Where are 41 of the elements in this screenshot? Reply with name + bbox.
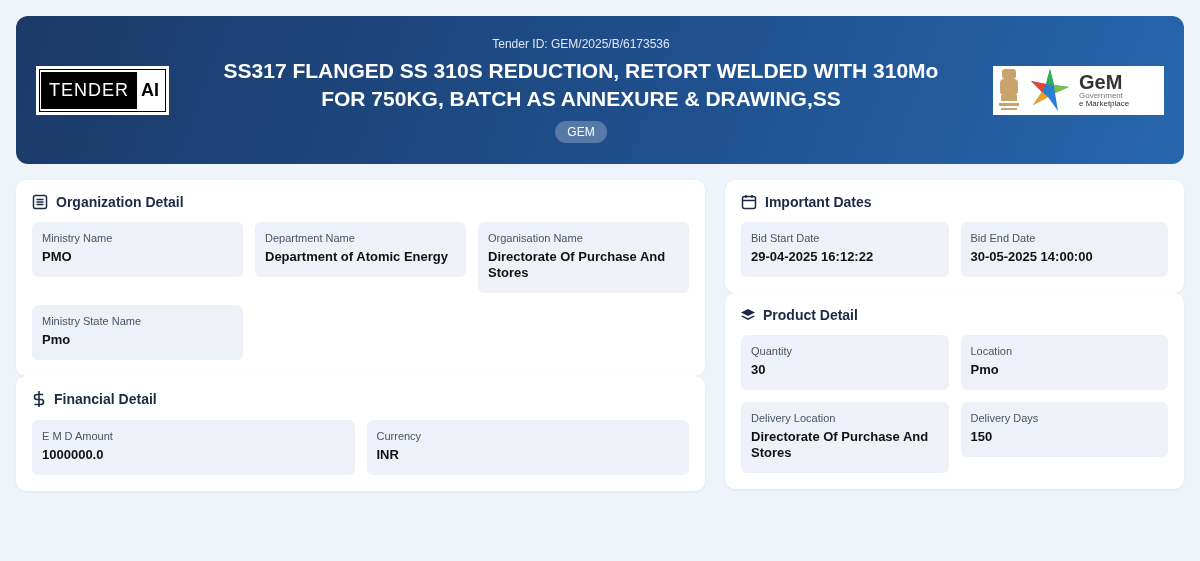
tender-title: SS317 FLANGED SS 310S REDUCTION, RETORT WELDED WITH 310Mo FOR 750KG, BATCH AS ANNEXURE & DRAWING,SS: [222, 58, 940, 112]
emblem-icon: [997, 67, 1021, 113]
field-value: 30: [751, 362, 767, 378]
field-label: Ministry Name: [42, 232, 114, 244]
logo-text: AI: [140, 79, 159, 101]
field-label: Organisation Name: [488, 232, 584, 244]
field-value: Pmo: [970, 362, 1000, 378]
layers-icon: [741, 309, 755, 321]
logo-text: e Marketplace: [1079, 100, 1130, 108]
logo-text: Government: [1079, 92, 1125, 100]
field-value: 150: [970, 429, 994, 445]
field-label: Department Name: [265, 232, 356, 244]
field-label: Currency: [376, 430, 423, 442]
field-label: E M D Amount: [42, 430, 114, 442]
calendar-icon: [741, 194, 757, 210]
field-value: INR: [376, 447, 400, 463]
field-value: Directorate Of Purchase And Stores: [751, 429, 930, 461]
field-value: Pmo: [42, 332, 72, 348]
section-title: Important Dates: [765, 194, 872, 210]
logo-text: TENDER: [41, 71, 137, 109]
tender-id: Tender ID: GEM/2025/B/6173536: [492, 37, 670, 51]
field-label: Delivery Location: [751, 412, 837, 424]
field-label: Bid End Date: [970, 232, 1037, 244]
section-title: Product Detail: [763, 307, 858, 323]
field-value: PMO: [42, 249, 73, 265]
field-value: Directorate Of Purchase And Stores: [488, 249, 667, 281]
field-value: 29-04-2025 16:12:22: [751, 249, 875, 265]
source-badge: GEM: [555, 121, 607, 143]
field-value: 1000000.0: [42, 447, 105, 463]
field-value: Department of Atomic Energy: [265, 249, 449, 265]
field-label: Delivery Days: [970, 412, 1040, 424]
section-title: Financial Detail: [54, 391, 157, 407]
list-icon: [32, 194, 48, 210]
section-title: Organization Detail: [56, 194, 184, 210]
field-value: 30-05-2025 14:00:00: [970, 249, 1094, 265]
field-label: Location: [970, 345, 1014, 357]
field-label: Ministry State Name: [42, 315, 143, 327]
field-label: Bid Start Date: [751, 232, 821, 244]
logo-text: GeM: [1079, 72, 1124, 92]
field-label: Quantity: [751, 345, 793, 357]
dollar-icon: [32, 390, 46, 408]
